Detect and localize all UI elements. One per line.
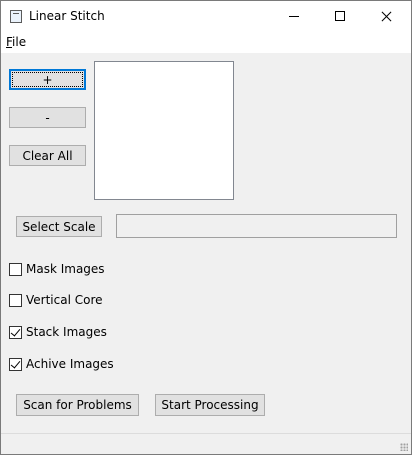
stack-images-box[interactable] — [9, 325, 22, 339]
achive-images-label: Achive Images — [26, 357, 114, 371]
remove-button[interactable]: - — [9, 107, 86, 128]
clear-all-button[interactable]: Clear All — [9, 145, 86, 166]
window-title: Linear Stitch — [29, 9, 105, 23]
clear-all-button-label: Clear All — [22, 148, 73, 163]
maximize-button[interactable] — [317, 1, 363, 33]
close-button[interactable] — [363, 1, 409, 33]
minimize-button[interactable] — [271, 1, 317, 33]
title-bar[interactable]: Linear Stitch — [1, 1, 411, 33]
stack-images-label: Stack Images — [26, 325, 107, 339]
scan-button-label: Scan for Problems — [23, 398, 132, 412]
scale-field[interactable] — [116, 214, 397, 238]
select-scale-button-label: Select Scale — [22, 219, 96, 234]
achive-images-checkbox[interactable]: Achive Images — [9, 356, 114, 372]
menu-file[interactable]: File — [6, 35, 26, 49]
vertical-core-checkbox[interactable]: Vertical Core — [9, 292, 103, 308]
mask-images-box[interactable] — [9, 262, 22, 276]
status-bar — [1, 433, 411, 454]
select-scale-button[interactable]: Select Scale — [16, 216, 102, 237]
app-window: Linear Stitch File + - Clear All Select … — [0, 0, 412, 455]
resize-grip-icon[interactable] — [400, 443, 408, 451]
mask-images-label: Mask Images — [26, 262, 105, 276]
add-button[interactable]: + — [9, 69, 86, 90]
vertical-core-box[interactable] — [9, 293, 22, 307]
stack-images-checkbox[interactable]: Stack Images — [9, 324, 107, 340]
app-icon — [10, 10, 22, 23]
start-processing-button[interactable]: Start Processing — [155, 394, 265, 416]
vertical-core-label: Vertical Core — [26, 293, 103, 307]
menu-bar: File — [1, 33, 411, 53]
scan-for-problems-button[interactable]: Scan for Problems — [16, 394, 139, 416]
menu-file-label: ile — [12, 35, 27, 49]
checkmark-icon — [10, 325, 21, 337]
mask-images-checkbox[interactable]: Mask Images — [9, 261, 105, 277]
achive-images-box[interactable] — [9, 357, 22, 371]
remove-button-label: - — [45, 110, 50, 125]
image-list[interactable] — [94, 61, 234, 200]
checkmark-icon — [10, 357, 21, 369]
focus-rect — [12, 72, 83, 87]
start-button-label: Start Processing — [161, 398, 259, 412]
